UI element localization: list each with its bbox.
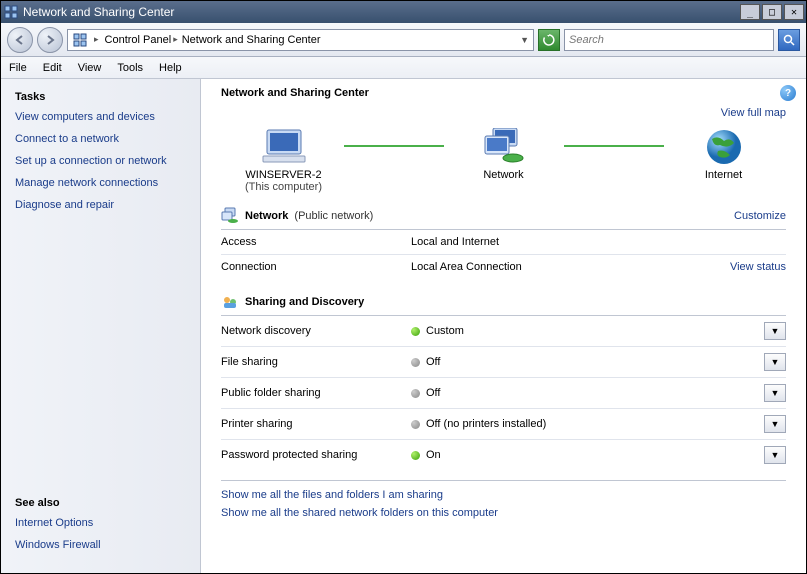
led-off-icon: [411, 420, 420, 429]
sharing-row-label: File sharing: [221, 356, 411, 368]
sharing-row-value: Off: [426, 387, 440, 399]
connection-value: Local Area Connection: [411, 261, 522, 273]
expand-button[interactable]: ▼: [764, 322, 786, 340]
node-internet-label: Internet: [705, 169, 742, 181]
network-small-icon: [221, 207, 239, 225]
task-connect-network[interactable]: Connect to a network: [15, 133, 186, 145]
address-bar[interactable]: ▸ Control Panel▸ Network and Sharing Cen…: [67, 29, 534, 51]
customize-link[interactable]: Customize: [734, 210, 786, 222]
sharing-row-value: Off: [426, 356, 440, 368]
forward-button[interactable]: [37, 27, 63, 53]
task-diagnose-repair[interactable]: Diagnose and repair: [15, 199, 186, 211]
seealso-heading: See also: [15, 497, 186, 509]
node-internet: Internet: [664, 127, 784, 193]
network-map: WINSERVER-2 (This computer) Network: [221, 127, 786, 193]
node-network: Network: [444, 127, 564, 193]
network-section-title: Network: [245, 210, 288, 222]
view-full-map-link[interactable]: View full map: [221, 107, 786, 119]
expand-button[interactable]: ▼: [764, 353, 786, 371]
task-view-computers[interactable]: View computers and devices: [15, 111, 186, 123]
sharing-row-label: Public folder sharing: [221, 387, 411, 399]
menu-file[interactable]: File: [9, 62, 27, 74]
network-icon: [480, 127, 528, 167]
address-dropdown-icon[interactable]: ▼: [520, 35, 529, 45]
network-section: Network (Public network) Customize Acces…: [221, 207, 786, 279]
titlebar: Network and Sharing Center _ □ ✕: [1, 1, 806, 23]
view-status-link[interactable]: View status: [730, 261, 786, 273]
show-shared-files-link[interactable]: Show me all the files and folders I am s…: [221, 489, 786, 501]
menu-tools[interactable]: Tools: [117, 62, 143, 74]
search-input[interactable]: [565, 34, 773, 46]
sharing-section: Sharing and Discovery Network discovery …: [221, 293, 786, 470]
back-button[interactable]: [7, 27, 33, 53]
chevron-right-icon: ▸: [94, 34, 99, 45]
expand-button[interactable]: ▼: [764, 446, 786, 464]
link-line: [564, 145, 664, 147]
led-on-icon: [411, 451, 420, 460]
menu-edit[interactable]: Edit: [43, 62, 62, 74]
task-manage-connections[interactable]: Manage network connections: [15, 177, 186, 189]
search-box: [564, 29, 774, 51]
sharing-row-label: Printer sharing: [221, 418, 411, 430]
sharing-row-label: Password protected sharing: [221, 449, 411, 461]
computer-icon: [260, 127, 308, 167]
access-label: Access: [221, 236, 411, 248]
sharing-row-value: Off (no printers installed): [426, 418, 546, 430]
task-setup-connection[interactable]: Set up a connection or network: [15, 155, 186, 167]
navigation-bar: ▸ Control Panel▸ Network and Sharing Cen…: [1, 23, 806, 57]
menu-help[interactable]: Help: [159, 62, 182, 74]
breadcrumb-control-panel[interactable]: Control Panel: [105, 34, 172, 46]
sharing-row-value: On: [426, 449, 441, 461]
expand-button[interactable]: ▼: [764, 415, 786, 433]
led-off-icon: [411, 358, 420, 367]
breadcrumb: Control Panel▸ Network and Sharing Cente…: [105, 34, 515, 46]
sharing-section-title: Sharing and Discovery: [245, 296, 364, 308]
access-value: Local and Internet: [411, 236, 786, 248]
breadcrumb-current[interactable]: Network and Sharing Center: [182, 34, 321, 46]
window-title: Network and Sharing Center: [23, 5, 740, 19]
close-button[interactable]: ✕: [784, 4, 804, 20]
led-off-icon: [411, 389, 420, 398]
seealso-internet-options[interactable]: Internet Options: [15, 517, 186, 529]
expand-button[interactable]: ▼: [764, 384, 786, 402]
help-icon[interactable]: ?: [780, 85, 796, 101]
minimize-button[interactable]: _: [740, 4, 760, 20]
sharing-row-label: Network discovery: [221, 325, 411, 337]
network-center-icon: [3, 4, 19, 20]
node-network-label: Network: [483, 169, 523, 181]
footer-links: Show me all the files and folders I am s…: [221, 480, 786, 519]
sidebar: Tasks View computers and devices Connect…: [1, 79, 201, 573]
sharing-icon: [221, 293, 239, 311]
network-section-subtitle: (Public network): [294, 210, 373, 222]
chevron-right-icon: ▸: [173, 34, 178, 45]
menu-view[interactable]: View: [78, 62, 102, 74]
tasks-heading: Tasks: [15, 91, 186, 103]
main-panel: ? Network and Sharing Center View full m…: [201, 79, 806, 573]
search-button[interactable]: [778, 29, 800, 51]
node-computer-sublabel: (This computer): [245, 181, 322, 193]
node-computer-label: WINSERVER-2: [245, 169, 321, 181]
led-on-icon: [411, 327, 420, 336]
maximize-button[interactable]: □: [762, 4, 782, 20]
link-line: [344, 145, 444, 147]
show-shared-folders-link[interactable]: Show me all the shared network folders o…: [221, 507, 786, 519]
network-center-icon: [72, 32, 88, 48]
refresh-button[interactable]: [538, 29, 560, 51]
seealso-windows-firewall[interactable]: Windows Firewall: [15, 539, 186, 551]
globe-icon: [700, 127, 748, 167]
connection-label: Connection: [221, 261, 411, 273]
menu-bar: File Edit View Tools Help: [1, 57, 806, 79]
sharing-row-value: Custom: [426, 325, 464, 337]
node-computer: WINSERVER-2 (This computer): [224, 127, 344, 193]
page-title: Network and Sharing Center: [221, 87, 786, 99]
